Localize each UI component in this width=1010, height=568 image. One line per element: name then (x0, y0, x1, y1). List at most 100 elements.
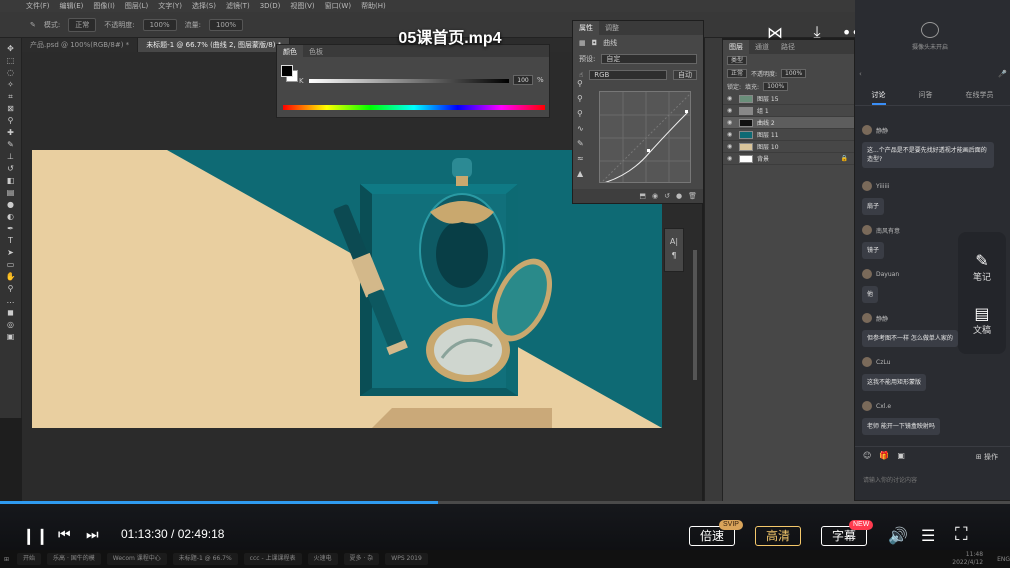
layer-visibility-icon[interactable]: ◉ (727, 131, 735, 138)
menu-item[interactable]: 图层(L) (125, 1, 148, 11)
more-tools-icon[interactable]: … (5, 296, 17, 306)
layer-visibility-icon[interactable]: ◉ (727, 143, 735, 150)
menu-item[interactable]: 滤镜(T) (226, 1, 250, 11)
transcript-button[interactable]: ▤ 文稿 (973, 304, 991, 336)
blend-mode-select[interactable]: 正常 (727, 69, 748, 78)
auto-button[interactable]: 自动 (673, 70, 697, 80)
tab-discussion[interactable]: 讨论 (871, 90, 886, 105)
taskbar-app[interactable]: 火速电 (307, 553, 338, 565)
channel-select[interactable]: RGB (589, 70, 667, 80)
volume-icon[interactable]: 🔊 (888, 526, 908, 546)
avatar[interactable] (862, 225, 872, 235)
visibility-icon[interactable]: ● (676, 192, 682, 200)
menu-item[interactable]: 窗口(W) (325, 1, 351, 11)
blur-tool-icon[interactable]: ● (5, 200, 17, 210)
marquee-tool-icon[interactable]: ⬚ (5, 56, 17, 66)
layer-row[interactable]: ◉ 组 1 (723, 105, 854, 117)
gradient-tool-icon[interactable]: ▤ (5, 188, 17, 198)
menu-item[interactable]: 编辑(E) (60, 1, 84, 11)
taskbar-app[interactable]: WPS 2019 (385, 553, 428, 565)
tab-properties[interactable]: 属性 (573, 21, 599, 35)
quick-mask-icon[interactable]: ◎ (5, 320, 17, 330)
download-icon[interactable]: ⤓ (804, 20, 830, 44)
collapse-icon[interactable]: ‹ (859, 70, 862, 78)
taskbar-app[interactable]: 开始 (17, 553, 42, 565)
tab-adjustments[interactable]: 调整 (599, 21, 625, 35)
layer-visibility-icon[interactable]: ◉ (727, 119, 735, 126)
layer-visibility-icon[interactable]: ◉ (727, 107, 735, 114)
curve-point-tool-icon[interactable]: ∿ (577, 124, 591, 133)
quality-button[interactable]: 高清 (755, 526, 801, 546)
menu-item[interactable]: 图像(I) (93, 1, 115, 11)
shape-tool-icon[interactable]: ▭ (5, 260, 17, 270)
mode-select[interactable]: 正常 (68, 17, 97, 32)
color-swatches-icon[interactable]: ◼ (5, 308, 17, 318)
menu-item[interactable]: 3D(D) (260, 2, 281, 10)
windows-start-icon[interactable]: ⊞ (4, 556, 9, 563)
next-button[interactable]: ⏭ (86, 526, 99, 543)
menu-item[interactable]: 视图(V) (290, 1, 314, 11)
histogram-warning-icon[interactable]: ▲ (577, 169, 591, 178)
language-indicator[interactable]: ENG (997, 556, 1010, 563)
character-panel-mini[interactable]: A| ¶ (664, 228, 684, 272)
taskbar-app[interactable]: 夏多 · 杂 (343, 553, 380, 565)
tab-layers[interactable]: 图层 (723, 40, 749, 54)
white-point-eyedropper-icon[interactable]: ⚲ (577, 109, 591, 118)
canvas-scrollbar[interactable] (692, 210, 698, 430)
previous-button[interactable]: ⏮ (58, 526, 71, 543)
layer-row[interactable]: ◉ 图层 10 (723, 141, 854, 153)
clip-to-layer-icon[interactable]: ⬒ (639, 192, 646, 200)
curves-graph[interactable] (599, 91, 691, 183)
eyedropper-tool-icon[interactable]: ⚲ (5, 116, 17, 126)
pause-button[interactable]: ❙❙ (22, 526, 49, 546)
stamp-tool-icon[interactable]: ⊥ (5, 152, 17, 162)
taskbar-app[interactable]: 未标题-1 @ 66.7% (172, 553, 238, 565)
tab-online-students[interactable]: 在线学员 (966, 90, 994, 105)
layer-kind-filter[interactable]: 类型 (727, 56, 748, 65)
opacity-input[interactable]: 100% (142, 18, 177, 31)
k-channel-value[interactable]: 100 (513, 75, 533, 85)
avatar[interactable] (862, 125, 872, 135)
layer-row[interactable]: ◉ 曲线 2 (723, 117, 854, 129)
k-channel-slider[interactable] (309, 79, 509, 83)
share-icon[interactable]: ⋈ (762, 20, 788, 44)
delete-icon[interactable]: 🗑 (688, 192, 697, 200)
view-previous-icon[interactable]: ◉ (652, 192, 658, 200)
menu-item[interactable]: 帮助(H) (361, 1, 386, 11)
taskbar-app[interactable]: Wecom 课程中心 (106, 553, 167, 565)
gift-icon[interactable]: 🎁 (879, 451, 889, 460)
layer-visibility-icon[interactable]: ◉ (727, 155, 735, 162)
gray-point-eyedropper-icon[interactable]: ⚲ (577, 94, 591, 103)
dodge-tool-icon[interactable]: ◐ (5, 212, 17, 222)
doc-tab[interactable]: 产品.psd @ 100%(RGB/8#) * (22, 38, 139, 52)
taskbar-app[interactable]: 乐高 · 国牛的模 (47, 553, 101, 565)
color-spectrum-bar[interactable] (283, 105, 545, 110)
black-point-eyedropper-icon[interactable]: ⚲ (577, 79, 591, 88)
zoom-tool-icon[interactable]: ⚲ (5, 284, 17, 294)
chat-input[interactable]: 请输入你的讨论内容 (863, 475, 1003, 484)
crop-tool-icon[interactable]: ⌗ (5, 92, 17, 102)
avatar[interactable] (862, 313, 872, 323)
emoji-icon[interactable]: ☺ (863, 451, 871, 460)
path-select-icon[interactable]: ➤ (5, 248, 17, 258)
notes-button[interactable]: ✎ 笔记 (973, 251, 991, 283)
smooth-icon[interactable]: ≈ (577, 154, 591, 163)
layer-row[interactable]: ◉ 背景 🔒 (723, 153, 854, 165)
brush-tool-icon[interactable]: ✎ (5, 140, 17, 150)
layer-opacity-input[interactable]: 100% (781, 69, 807, 78)
frame-tool-icon[interactable]: ⊠ (5, 104, 17, 114)
magic-wand-icon[interactable]: ✧ (5, 80, 17, 90)
operation-button[interactable]: ⊞ 操作 (976, 452, 998, 462)
avatar[interactable] (862, 269, 872, 279)
image-icon[interactable]: ▣ (897, 451, 905, 460)
layer-row[interactable]: ◉ 图层 15 (723, 93, 854, 105)
taskbar-app[interactable]: ccc - 上课课程表 (243, 553, 302, 565)
brush-icon[interactable]: ✎ (30, 21, 36, 29)
history-brush-icon[interactable]: ↺ (5, 164, 17, 174)
reset-icon[interactable]: ↺ (664, 192, 670, 200)
playlist-icon[interactable]: ☰ (921, 526, 935, 546)
tab-color[interactable]: 颜色 (277, 45, 303, 57)
pen-tool-icon[interactable]: ✒ (5, 224, 17, 234)
fullscreen-icon[interactable]: ⛶ (955, 524, 968, 545)
eraser-tool-icon[interactable]: ◧ (5, 176, 17, 186)
